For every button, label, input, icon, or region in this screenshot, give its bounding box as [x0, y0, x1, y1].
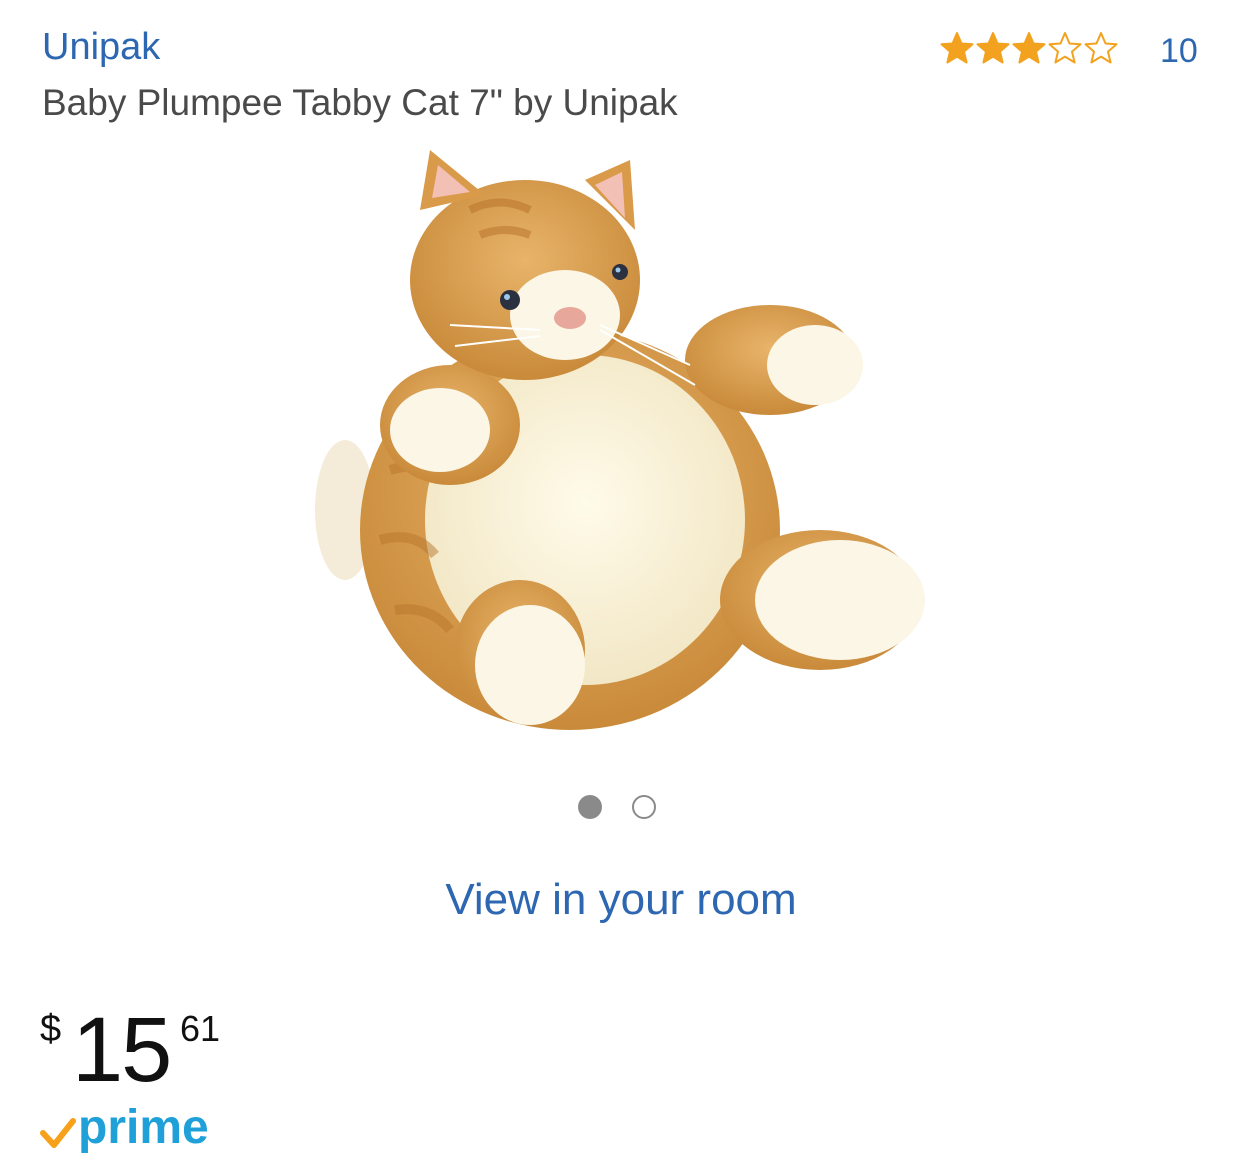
product-title: Baby Plumpee Tabby Cat 7" by Unipak	[42, 82, 678, 123]
star-empty-icon	[1048, 32, 1082, 64]
stars-row[interactable]	[940, 31, 1118, 65]
prime-badge: prime	[40, 1102, 209, 1154]
prime-label: prime	[78, 1101, 209, 1154]
star-filled-icon	[976, 32, 1010, 64]
price-currency-symbol: $	[40, 1008, 62, 1050]
star-filled-icon	[940, 32, 974, 64]
pagination-dot[interactable]	[632, 795, 656, 819]
view-in-room-link[interactable]: View in your room	[0, 872, 1242, 928]
product-image[interactable]	[300, 140, 940, 760]
review-count-link[interactable]: 10	[1160, 30, 1198, 72]
price-fraction: 61	[180, 1008, 221, 1049]
star-empty-icon	[1084, 32, 1118, 64]
star-rating[interactable]	[940, 28, 1118, 68]
star-filled-icon	[1012, 32, 1046, 64]
plush-cat-image	[315, 150, 925, 730]
image-pagination[interactable]	[578, 795, 656, 819]
price-whole: 15	[72, 999, 172, 1101]
brand-link[interactable]: Unipak	[42, 24, 160, 70]
pagination-dot[interactable]	[578, 795, 602, 819]
prime-check-icon	[40, 1118, 76, 1148]
